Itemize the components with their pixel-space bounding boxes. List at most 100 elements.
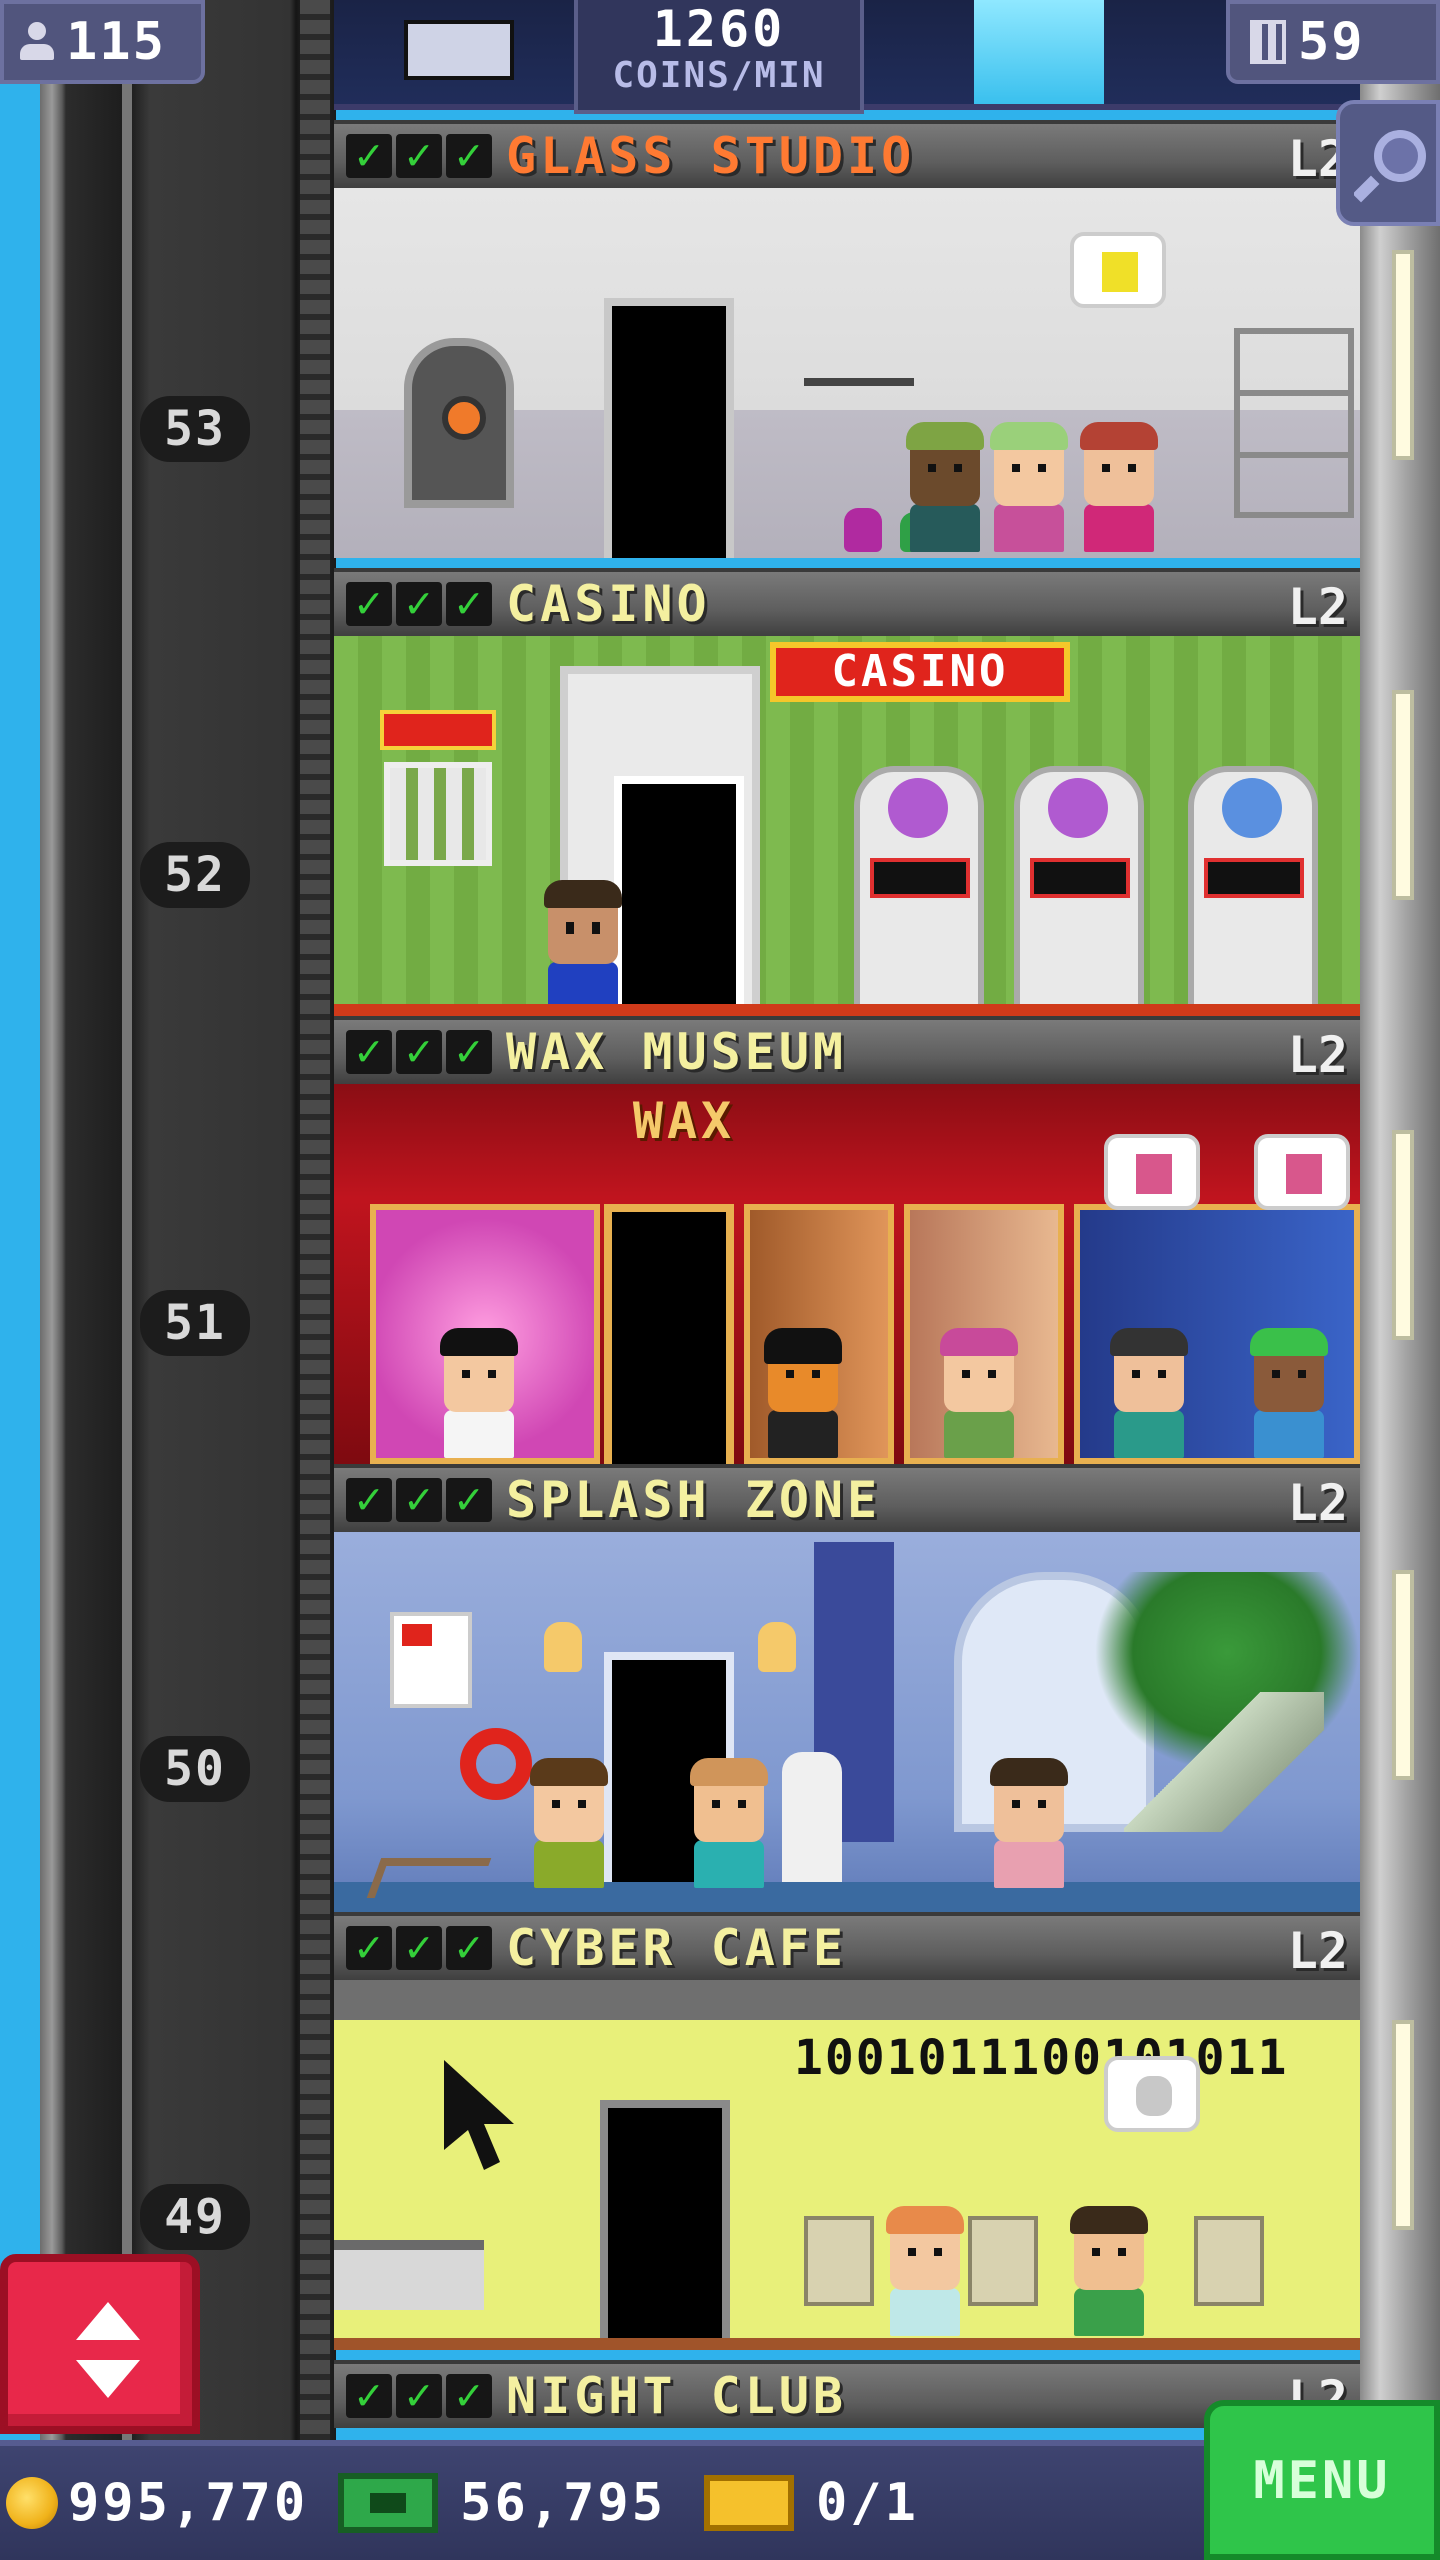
check-icon: ✓ (396, 582, 442, 626)
floor-banner[interactable]: ✓ ✓ ✓ WAX MUSEUM L2 (334, 1016, 1360, 1084)
room-interior[interactable] (334, 188, 1360, 558)
check-icon: ✓ (446, 134, 492, 178)
window-light (1392, 250, 1414, 460)
check-icon: ✓ (346, 1926, 392, 1970)
room-interior[interactable]: CASINO (334, 636, 1360, 1016)
wax-figure (764, 1328, 842, 1458)
coins-per-min-display[interactable]: 1260 COINS/MIN (574, 0, 864, 114)
tower-bux-value: 56,795 (460, 2473, 666, 2533)
window-light (1392, 2020, 1414, 2230)
person-icon (18, 22, 56, 62)
floor-wax-museum[interactable]: ✓ ✓ ✓ WAX MUSEUM L2 WAX (334, 1016, 1360, 1464)
floor-banner[interactable]: ✓ ✓ ✓ CYBER CAFE L2 (334, 1912, 1360, 1980)
service-counter (334, 2240, 484, 2310)
floor-cyber-cafe[interactable]: ✓ ✓ ✓ CYBER CAFE L2 1001011100101011 (334, 1912, 1360, 2360)
top-floor-sign (404, 20, 514, 80)
check-icon: ✓ (396, 134, 442, 178)
slot-machine[interactable] (1188, 766, 1318, 1016)
floor-name: SPLASH ZONE (506, 1471, 882, 1529)
bitizen[interactable] (1080, 422, 1158, 552)
floor-name: CYBER CAFE (506, 1919, 848, 1977)
building-icon (1250, 20, 1286, 64)
computer-terminal (1194, 2216, 1264, 2306)
bitizen[interactable] (690, 1758, 768, 1888)
floor-number-52: 52 (140, 842, 250, 908)
cashier-window (384, 762, 492, 866)
room-interior[interactable] (334, 1532, 1360, 1912)
stock-checks: ✓ ✓ ✓ (346, 1478, 492, 1522)
elevator-shaft[interactable] (40, 0, 336, 2440)
floor-glass-studio[interactable]: ✓ ✓ ✓ GLASS STUDIO L2 (334, 120, 1360, 568)
elevator-button[interactable] (0, 2254, 200, 2434)
speech-bubble[interactable] (1254, 1134, 1350, 1210)
speech-bubble[interactable] (1104, 2056, 1200, 2132)
stock-checks: ✓ ✓ ✓ (346, 582, 492, 626)
bitizen[interactable] (886, 2206, 964, 2336)
check-icon: ✓ (446, 1478, 492, 1522)
floor-count-value: 59 (1298, 12, 1365, 72)
check-icon: ✓ (346, 2374, 392, 2418)
golden-ticket-icon (704, 2475, 794, 2531)
bitizen[interactable] (990, 422, 1068, 552)
search-button[interactable] (1336, 100, 1440, 226)
floor-banner[interactable]: ✓ ✓ ✓ GLASS STUDIO L2 (334, 120, 1360, 188)
check-icon: ✓ (446, 2374, 492, 2418)
floor-trim (334, 2338, 1360, 2350)
slot-machine[interactable] (854, 766, 984, 1016)
room-door (604, 298, 734, 558)
bitizen[interactable] (530, 1758, 608, 1888)
floor-level: L2 (1287, 1922, 1348, 1980)
stock-checks: ✓ ✓ ✓ (346, 2374, 492, 2418)
room-door (614, 776, 744, 1016)
binary-wall-text: 1001011100101011 (794, 2030, 1289, 2086)
wax-figure (940, 1328, 1018, 1458)
lobby-glow (974, 0, 1104, 104)
lifeguard-chair (782, 1752, 842, 1882)
window-light (1392, 1130, 1414, 1340)
speech-bubble[interactable] (1070, 232, 1166, 308)
floor-casino[interactable]: ✓ ✓ ✓ CASINO L2 CASINO (334, 568, 1360, 1016)
check-icon: ✓ (346, 134, 392, 178)
wall-lamp (758, 1622, 796, 1672)
speech-bubble[interactable] (1104, 1134, 1200, 1210)
bitizen[interactable] (544, 880, 622, 1010)
magnifier-icon (1354, 130, 1426, 203)
floor-banner[interactable]: ✓ ✓ ✓ CASINO L2 (334, 568, 1360, 636)
check-icon: ✓ (396, 1030, 442, 1074)
floor-number-50: 50 (140, 1736, 250, 1802)
check-icon: ✓ (346, 1030, 392, 1074)
bitizen[interactable] (990, 1758, 1068, 1888)
floor-number-49: 49 (140, 2184, 250, 2250)
floor-splash-zone[interactable]: ✓ ✓ ✓ SPLASH ZONE L2 (334, 1464, 1360, 1912)
furnace-fire (442, 396, 486, 440)
check-icon: ✓ (396, 2374, 442, 2418)
bitizen[interactable] (1070, 2206, 1148, 2336)
population-badge[interactable]: 115 (0, 0, 205, 84)
slot-machine[interactable] (1014, 766, 1144, 1016)
floor-number-51: 51 (140, 1290, 250, 1356)
bitizen[interactable] (1110, 1328, 1188, 1458)
bitizen[interactable] (906, 422, 984, 552)
floor-name: GLASS STUDIO (506, 127, 916, 185)
check-icon: ✓ (396, 1926, 442, 1970)
check-icon: ✓ (396, 1478, 442, 1522)
room-interior[interactable]: WAX (334, 1084, 1360, 1464)
cashier-sign (380, 710, 496, 750)
check-icon: ✓ (446, 1926, 492, 1970)
floor-count-badge[interactable]: 59 (1226, 0, 1440, 84)
floor-name: CASINO (506, 575, 711, 633)
elevator-arrows-icon (76, 2302, 140, 2398)
bitizen[interactable] (1250, 1328, 1328, 1458)
computer-terminal (968, 2216, 1038, 2306)
life-ring (460, 1728, 532, 1800)
menu-button[interactable]: MENU (1204, 2400, 1440, 2560)
floor-banner[interactable]: ✓ ✓ ✓ SPLASH ZONE L2 (334, 1464, 1360, 1532)
stock-checks: ✓ ✓ ✓ (346, 134, 492, 178)
room-interior[interactable]: 1001011100101011 (334, 1980, 1360, 2350)
casino-floor-trim (334, 1004, 1360, 1016)
stock-checks: ✓ ✓ ✓ (346, 1926, 492, 1970)
coins-per-min-value: 1260 (652, 0, 786, 58)
tool-rack (804, 378, 914, 438)
check-icon: ✓ (446, 582, 492, 626)
wall-lamp (544, 1622, 582, 1672)
